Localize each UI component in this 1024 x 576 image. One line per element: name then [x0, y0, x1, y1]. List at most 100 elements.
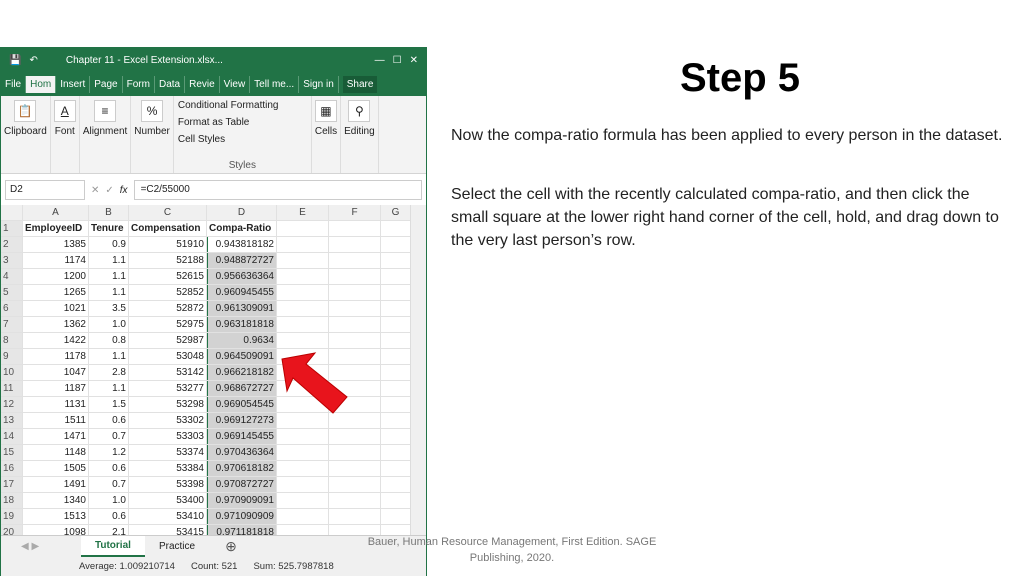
- cell[interactable]: 53142: [129, 365, 207, 380]
- cell[interactable]: 0.969145455: [207, 429, 277, 444]
- cell[interactable]: 1.0: [89, 493, 129, 508]
- save-icon[interactable]: 💾: [9, 55, 21, 66]
- cell[interactable]: 52975: [129, 317, 207, 332]
- cell[interactable]: 0.971090909: [207, 509, 277, 524]
- cell[interactable]: [381, 317, 411, 332]
- cell[interactable]: [381, 237, 411, 252]
- cell[interactable]: [381, 333, 411, 348]
- cell[interactable]: Compa-Ratio: [207, 221, 277, 236]
- row-header[interactable]: 2: [1, 237, 23, 252]
- cell[interactable]: 2.8: [89, 365, 129, 380]
- cell[interactable]: [329, 237, 381, 252]
- cell[interactable]: [329, 285, 381, 300]
- cell[interactable]: 1385: [23, 237, 89, 252]
- cell[interactable]: [381, 397, 411, 412]
- cell[interactable]: 1.5: [89, 397, 129, 412]
- cell[interactable]: [277, 269, 329, 284]
- cell[interactable]: 1362: [23, 317, 89, 332]
- cell[interactable]: 1131: [23, 397, 89, 412]
- row-header[interactable]: 13: [1, 413, 23, 428]
- cell[interactable]: [381, 301, 411, 316]
- cell[interactable]: 53298: [129, 397, 207, 412]
- cell[interactable]: [329, 269, 381, 284]
- cell[interactable]: [277, 301, 329, 316]
- cell[interactable]: 0.970436364: [207, 445, 277, 460]
- cell[interactable]: 0.8: [89, 333, 129, 348]
- cell[interactable]: 53374: [129, 445, 207, 460]
- cell[interactable]: [381, 477, 411, 492]
- cell[interactable]: [381, 509, 411, 524]
- cells-group[interactable]: ▦ Cells: [312, 96, 342, 173]
- font-group[interactable]: A Font: [51, 96, 80, 173]
- cell[interactable]: 1.0: [89, 317, 129, 332]
- cell-styles-button[interactable]: Cell Styles: [178, 134, 307, 145]
- row-header[interactable]: 9: [1, 349, 23, 364]
- cell[interactable]: 1148: [23, 445, 89, 460]
- cell[interactable]: 0.6: [89, 461, 129, 476]
- close-icon[interactable]: ✕: [410, 55, 418, 66]
- row-header[interactable]: 11: [1, 381, 23, 396]
- cell[interactable]: [329, 493, 381, 508]
- cell[interactable]: [277, 525, 329, 535]
- cell[interactable]: [277, 429, 329, 444]
- cell[interactable]: 0.7: [89, 477, 129, 492]
- cell[interactable]: 1.1: [89, 381, 129, 396]
- row-header[interactable]: 4: [1, 269, 23, 284]
- cell[interactable]: 1340: [23, 493, 89, 508]
- cell[interactable]: 0.956636364: [207, 269, 277, 284]
- cell[interactable]: 1.1: [89, 269, 129, 284]
- tab-insert[interactable]: Insert: [56, 76, 91, 93]
- editing-group[interactable]: ⚲ Editing: [341, 96, 379, 173]
- tab-data[interactable]: Data: [155, 76, 186, 93]
- sheet-tab-practice[interactable]: Practice: [145, 537, 209, 556]
- cell[interactable]: 1.2: [89, 445, 129, 460]
- row-header[interactable]: 3: [1, 253, 23, 268]
- cell[interactable]: 1511: [23, 413, 89, 428]
- cell[interactable]: [381, 221, 411, 236]
- cell[interactable]: 0.9: [89, 237, 129, 252]
- row-header[interactable]: 17: [1, 477, 23, 492]
- cell[interactable]: [329, 445, 381, 460]
- cell[interactable]: [277, 253, 329, 268]
- add-sheet-icon[interactable]: ⊕: [209, 538, 253, 555]
- cell[interactable]: [277, 221, 329, 236]
- tab-form[interactable]: Form: [123, 76, 155, 93]
- column-header[interactable]: E: [277, 205, 329, 220]
- cell[interactable]: 1200: [23, 269, 89, 284]
- cell[interactable]: 53410: [129, 509, 207, 524]
- cell[interactable]: 53384: [129, 461, 207, 476]
- cell[interactable]: 53400: [129, 493, 207, 508]
- enter-icon[interactable]: ✓: [105, 185, 113, 196]
- formula-input[interactable]: =C2/55000: [133, 180, 422, 200]
- column-header[interactable]: G: [381, 205, 411, 220]
- row-header[interactable]: 15: [1, 445, 23, 460]
- cell[interactable]: 1047: [23, 365, 89, 380]
- cell[interactable]: 0.966218182: [207, 365, 277, 380]
- cell[interactable]: 53302: [129, 413, 207, 428]
- row-header[interactable]: 10: [1, 365, 23, 380]
- cell[interactable]: [277, 493, 329, 508]
- cell[interactable]: [329, 301, 381, 316]
- cell[interactable]: [381, 493, 411, 508]
- cell[interactable]: [381, 461, 411, 476]
- cell[interactable]: 0.6: [89, 413, 129, 428]
- tab-share[interactable]: Share: [342, 76, 378, 93]
- cell[interactable]: [329, 429, 381, 444]
- tab-hom[interactable]: Hom: [26, 76, 57, 93]
- cell[interactable]: [329, 509, 381, 524]
- cell[interactable]: [277, 285, 329, 300]
- row-header[interactable]: 18: [1, 493, 23, 508]
- cell[interactable]: 1178: [23, 349, 89, 364]
- cell[interactable]: [277, 317, 329, 332]
- cell[interactable]: [329, 253, 381, 268]
- cell[interactable]: [381, 445, 411, 460]
- fx-icon[interactable]: fx: [120, 185, 128, 196]
- cell[interactable]: [381, 269, 411, 284]
- undo-icon[interactable]: ↶: [29, 55, 37, 66]
- row-header[interactable]: 12: [1, 397, 23, 412]
- cell[interactable]: [277, 237, 329, 252]
- cell[interactable]: 0.6: [89, 509, 129, 524]
- row-header[interactable]: 5: [1, 285, 23, 300]
- column-header[interactable]: B: [89, 205, 129, 220]
- cell[interactable]: 0.964509091: [207, 349, 277, 364]
